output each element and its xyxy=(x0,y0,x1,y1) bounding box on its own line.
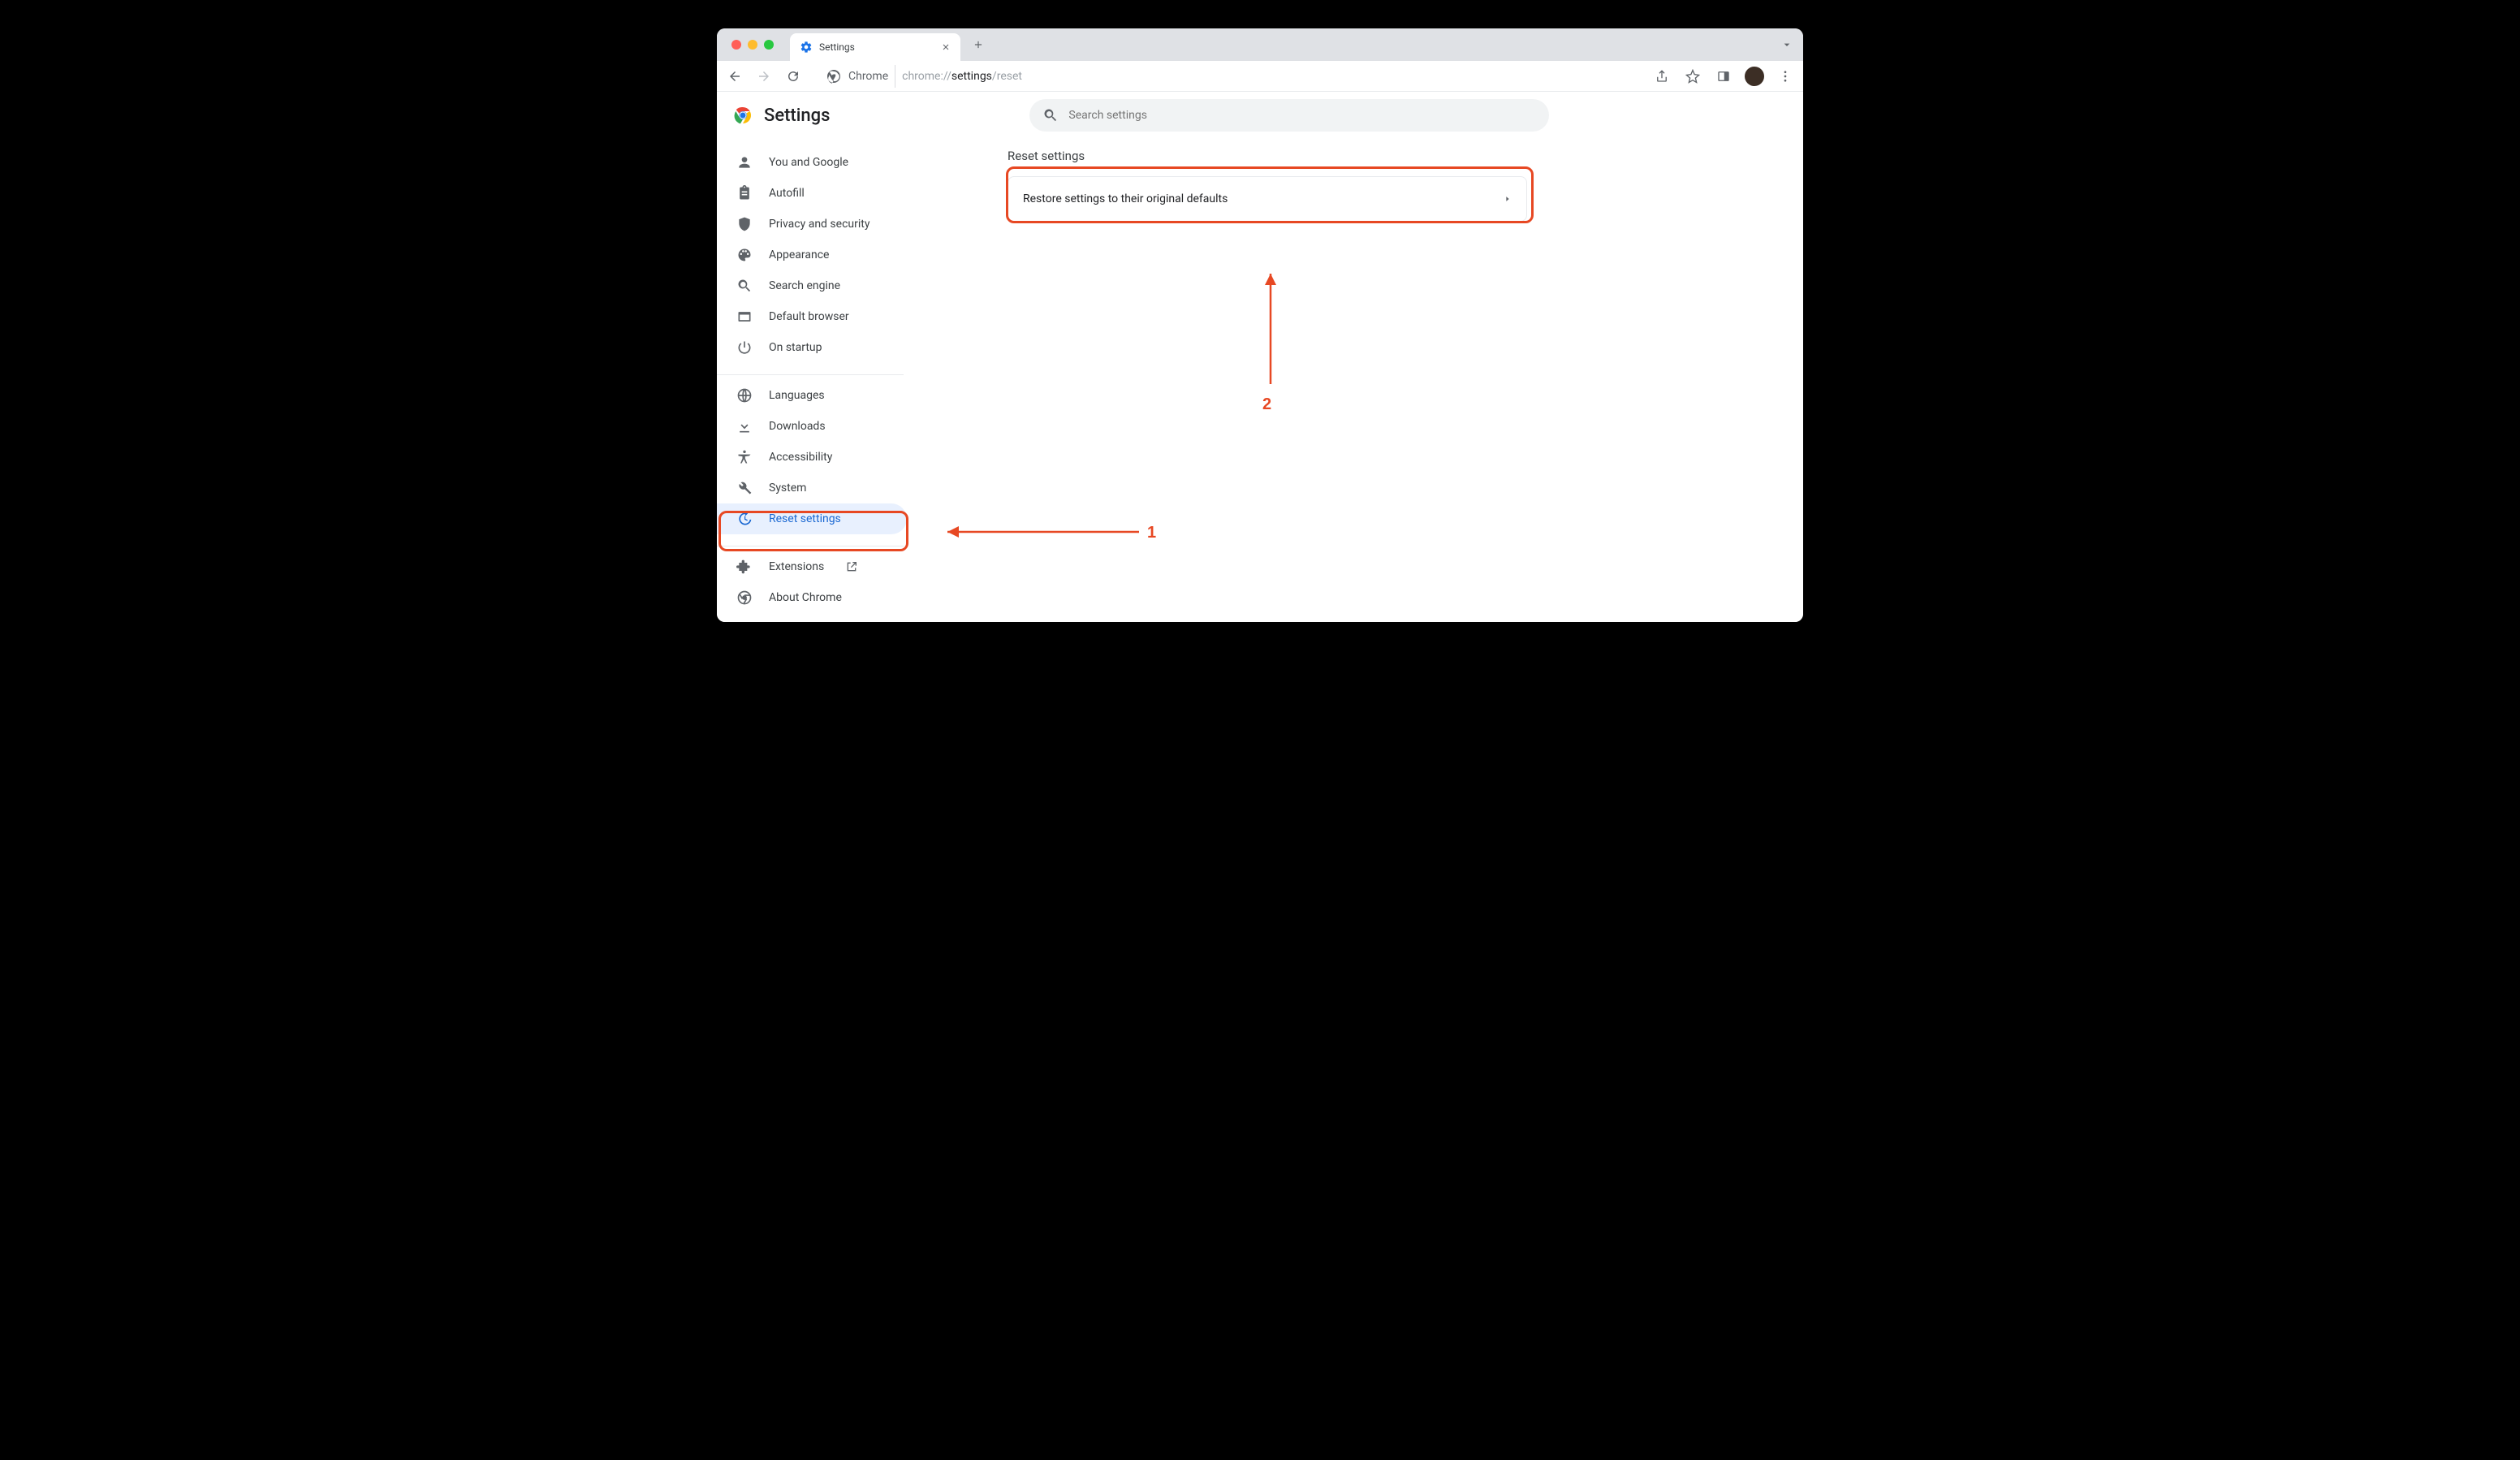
close-window-button[interactable] xyxy=(731,40,741,50)
sidebar-item-languages[interactable]: Languages xyxy=(717,380,907,411)
restore-defaults-row[interactable]: Restore settings to their original defau… xyxy=(1008,176,1527,222)
sidebar-item-about-chrome[interactable]: About Chrome xyxy=(717,582,907,613)
chrome-icon xyxy=(733,106,753,125)
site-chip-label: Chrome xyxy=(848,70,888,83)
sidebar-item-accessibility[interactable]: Accessibility xyxy=(717,442,907,473)
page-content: Settings You and Google Autofill Privacy… xyxy=(717,92,1803,622)
power-icon xyxy=(736,339,753,356)
back-button[interactable] xyxy=(725,67,744,86)
card-label: Restore settings to their original defau… xyxy=(1023,192,1228,205)
sidebar-item-you-and-google[interactable]: You and Google xyxy=(717,147,907,178)
gear-icon xyxy=(800,41,813,54)
tab-list-button[interactable] xyxy=(1780,38,1793,51)
address-bar[interactable]: Chrome chrome://settings/reset xyxy=(813,65,1642,88)
menu-button[interactable] xyxy=(1776,67,1795,86)
settings-header: Settings xyxy=(717,92,1803,139)
sidebar-item-reset-settings[interactable]: Reset settings xyxy=(717,503,907,534)
sidebar-item-label: Downloads xyxy=(769,420,826,433)
sidebar-item-label: Privacy and security xyxy=(769,218,869,231)
section-title: Reset settings xyxy=(1008,149,1527,163)
maximize-window-button[interactable] xyxy=(764,40,774,50)
accessibility-icon xyxy=(736,449,753,465)
palette-icon xyxy=(736,247,753,263)
bookmark-button[interactable] xyxy=(1683,67,1702,86)
annotation-arrow-2 xyxy=(1261,262,1280,384)
annotation-arrow-1 xyxy=(936,522,1139,542)
wrench-icon xyxy=(736,480,753,496)
settings-search-input[interactable] xyxy=(1068,109,1536,122)
sidebar-item-system[interactable]: System xyxy=(717,473,907,503)
search-icon xyxy=(736,278,753,294)
sidebar-item-label: About Chrome xyxy=(769,591,842,604)
close-tab-button[interactable] xyxy=(939,41,952,54)
shield-icon xyxy=(736,216,753,232)
browser-window: Settings Chrome chrome://settin xyxy=(717,28,1803,622)
sidebar-item-label: Search engine xyxy=(769,279,840,292)
forward-button[interactable] xyxy=(754,67,774,86)
extension-icon xyxy=(736,559,753,575)
sidebar-item-label: Reset settings xyxy=(769,512,841,525)
sidebar-item-label: Default browser xyxy=(769,310,849,323)
url-text: chrome://settings/reset xyxy=(902,70,1022,83)
sidebar-item-appearance[interactable]: Appearance xyxy=(717,240,907,270)
sidebar-item-label: Appearance xyxy=(769,248,829,261)
sidebar-item-label: You and Google xyxy=(769,156,848,169)
settings-sidebar: You and Google Autofill Privacy and secu… xyxy=(717,140,951,622)
divider xyxy=(717,374,904,375)
sidebar-item-autofill[interactable]: Autofill xyxy=(717,178,907,209)
sidebar-item-label: System xyxy=(769,482,806,495)
tab-strip: Settings xyxy=(717,28,1803,61)
main-panel: Reset settings Restore settings to their… xyxy=(1008,149,1527,222)
download-icon xyxy=(736,418,753,434)
annotation-label-2: 2 xyxy=(1262,395,1271,414)
browser-icon xyxy=(736,309,753,325)
minimize-window-button[interactable] xyxy=(748,40,757,50)
sidebar-item-privacy[interactable]: Privacy and security xyxy=(717,209,907,240)
toolbar-right xyxy=(1652,67,1795,86)
sidebar-item-on-startup[interactable]: On startup xyxy=(717,332,907,363)
chrome-icon xyxy=(736,590,753,606)
toolbar: Chrome chrome://settings/reset xyxy=(717,61,1803,92)
sidebar-item-label: Extensions xyxy=(769,560,824,573)
settings-search[interactable] xyxy=(1029,99,1549,132)
sidebar-item-extensions[interactable]: Extensions xyxy=(717,551,907,582)
reload-button[interactable] xyxy=(783,67,803,86)
clipboard-icon xyxy=(736,185,753,201)
site-chip[interactable]: Chrome xyxy=(818,65,895,88)
side-panel-button[interactable] xyxy=(1714,67,1733,86)
search-icon xyxy=(1042,107,1059,123)
globe-icon xyxy=(736,387,753,404)
person-icon xyxy=(736,154,753,171)
page-title: Settings xyxy=(764,106,830,126)
sidebar-item-label: On startup xyxy=(769,341,822,354)
chrome-icon xyxy=(824,67,844,86)
external-link-icon xyxy=(845,560,858,573)
tab-title: Settings xyxy=(819,41,855,53)
share-button[interactable] xyxy=(1652,67,1672,86)
sidebar-item-downloads[interactable]: Downloads xyxy=(717,411,907,442)
profile-avatar[interactable] xyxy=(1745,67,1764,86)
sidebar-item-label: Autofill xyxy=(769,187,805,200)
browser-tab-settings[interactable]: Settings xyxy=(790,33,960,61)
sidebar-item-default-browser[interactable]: Default browser xyxy=(717,301,907,332)
sidebar-item-label: Languages xyxy=(769,389,825,402)
sidebar-item-search-engine[interactable]: Search engine xyxy=(717,270,907,301)
annotation-label-1: 1 xyxy=(1147,524,1156,542)
sidebar-item-label: Accessibility xyxy=(769,451,832,464)
window-controls xyxy=(723,40,782,50)
chevron-right-icon xyxy=(1504,195,1512,203)
new-tab-button[interactable] xyxy=(967,33,990,56)
history-icon xyxy=(736,511,753,527)
